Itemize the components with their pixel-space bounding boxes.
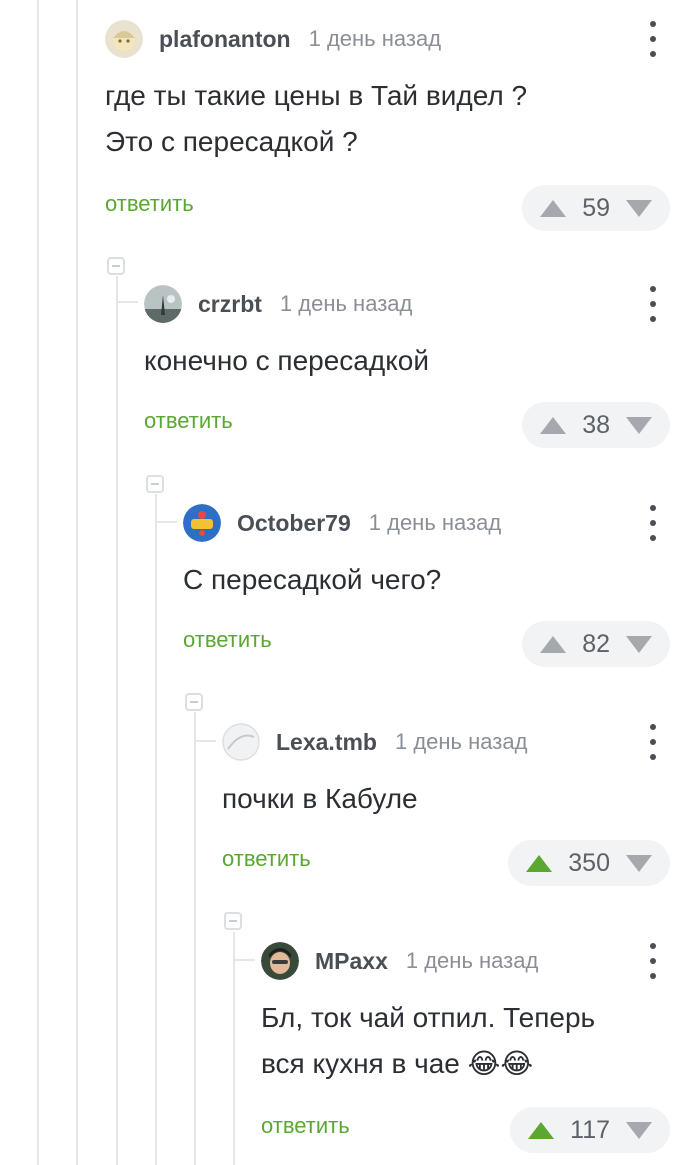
rating-control: 117 <box>510 1107 670 1153</box>
rating-control: 38 <box>522 402 670 448</box>
thread-branch <box>194 740 216 742</box>
reply-button[interactable]: ответить <box>261 1113 350 1139</box>
upvote-icon[interactable] <box>540 635 567 653</box>
rating-value: 38 <box>582 410 610 439</box>
rating-control: 82 <box>522 621 670 667</box>
more-options-icon[interactable] <box>648 21 658 57</box>
comment-author[interactable]: MPaxx <box>315 948 388 975</box>
avatar[interactable] <box>105 20 143 58</box>
comment-text: где ты такие цены в Тай видел ? Это с пе… <box>105 73 670 165</box>
comment-footer: ответить 82 <box>183 621 670 667</box>
rating-value: 59 <box>582 193 610 222</box>
downvote-icon[interactable] <box>626 416 652 434</box>
comment-text-line: С пересадкой чего? <box>183 564 442 595</box>
comment-text-line: Это с пересадкой ? <box>105 126 358 157</box>
comment-footer: ответить 117 <box>261 1107 670 1153</box>
collapse-icon[interactable] <box>107 257 125 275</box>
avatar[interactable] <box>261 942 299 980</box>
thread-rail <box>37 0 39 1165</box>
comment-text-line: конечно с пересадкой <box>144 345 429 376</box>
thread-branch <box>155 521 177 523</box>
comment-footer: ответить 38 <box>144 402 670 448</box>
upvote-icon[interactable] <box>540 416 567 434</box>
more-options-icon[interactable] <box>648 505 658 541</box>
comment-header: Lexa.tmb 1 день назад <box>222 722 670 762</box>
thread-rail <box>116 276 118 1165</box>
thread-rail <box>194 712 196 1165</box>
comment-time: 1 день назад <box>308 26 442 51</box>
collapse-icon[interactable] <box>185 693 203 711</box>
reply-button[interactable]: ответить <box>222 846 311 872</box>
collapse-icon[interactable] <box>146 475 164 493</box>
comment: October79 1 день назад С пересадкой чего… <box>183 503 670 667</box>
comment-text: конечно с пересадкой <box>144 338 670 384</box>
comment-text-line: где ты такие цены в Тай видел ? <box>105 80 528 111</box>
comment-author[interactable]: Lexa.tmb <box>276 729 377 756</box>
comment-time: 1 день назад <box>394 729 528 754</box>
more-options-icon[interactable] <box>648 724 658 760</box>
more-options-icon[interactable] <box>648 286 658 322</box>
comment-text: С пересадкой чего? <box>183 557 670 603</box>
reply-button[interactable]: ответить <box>144 408 233 434</box>
upvote-icon[interactable] <box>528 1121 555 1139</box>
comment-header: October79 1 день назад <box>183 503 670 543</box>
downvote-icon[interactable] <box>626 635 652 653</box>
thread-rail <box>76 0 78 1165</box>
comment-time: 1 день назад <box>279 291 413 316</box>
upvote-icon[interactable] <box>540 199 567 217</box>
downvote-icon[interactable] <box>626 199 652 217</box>
avatar[interactable] <box>183 504 221 542</box>
rating-control: 350 <box>508 840 670 886</box>
avatar[interactable] <box>222 723 260 761</box>
downvote-icon[interactable] <box>626 854 652 872</box>
avatar[interactable] <box>144 285 182 323</box>
comment-author[interactable]: plafonanton <box>159 26 291 53</box>
thread-rail <box>155 494 157 1165</box>
thread-branch <box>116 301 138 303</box>
upvote-icon[interactable] <box>526 854 553 872</box>
comment-time: 1 день назад <box>405 948 539 973</box>
comment-footer: ответить 350 <box>222 840 670 886</box>
comment-header: plafonanton 1 день назад <box>105 19 670 59</box>
comment-time: 1 день назад <box>368 510 502 535</box>
comment: MPaxx 1 день назад Бл, ток чай отпил. Те… <box>261 941 670 1153</box>
comment: crzrbt 1 день назад конечно с пересадкой… <box>144 284 670 448</box>
more-options-icon[interactable] <box>648 943 658 979</box>
comment-text: почки в Кабуле <box>222 776 670 822</box>
reply-button[interactable]: ответить <box>183 627 272 653</box>
comment-header: crzrbt 1 день назад <box>144 284 670 324</box>
comment: plafonanton 1 день назад где ты такие це… <box>105 19 670 231</box>
rating-control: 59 <box>522 185 670 231</box>
comment-header: MPaxx 1 день назад <box>261 941 670 981</box>
comment-footer: ответить 59 <box>105 185 670 231</box>
comment: Lexa.tmb 1 день назад почки в Кабуле отв… <box>222 722 670 886</box>
thread-branch <box>233 959 255 961</box>
comment-author[interactable]: crzrbt <box>198 291 262 318</box>
thread-rail <box>233 932 235 1165</box>
comment-text-line: почки в Кабуле <box>222 783 418 814</box>
collapse-icon[interactable] <box>224 912 242 930</box>
comment-text-line: Бл, ток чай отпил. Теперь <box>261 1002 596 1033</box>
downvote-icon[interactable] <box>626 1121 652 1139</box>
rating-value: 82 <box>582 629 610 658</box>
comment-text-line: вся кухня в чае 😂😂 <box>261 1048 534 1079</box>
comment-author[interactable]: October79 <box>237 510 351 537</box>
rating-value: 117 <box>570 1115 610 1144</box>
rating-value: 350 <box>568 848 610 877</box>
reply-button[interactable]: ответить <box>105 191 194 217</box>
comment-text: Бл, ток чай отпил. Теперь вся кухня в ча… <box>261 995 670 1087</box>
